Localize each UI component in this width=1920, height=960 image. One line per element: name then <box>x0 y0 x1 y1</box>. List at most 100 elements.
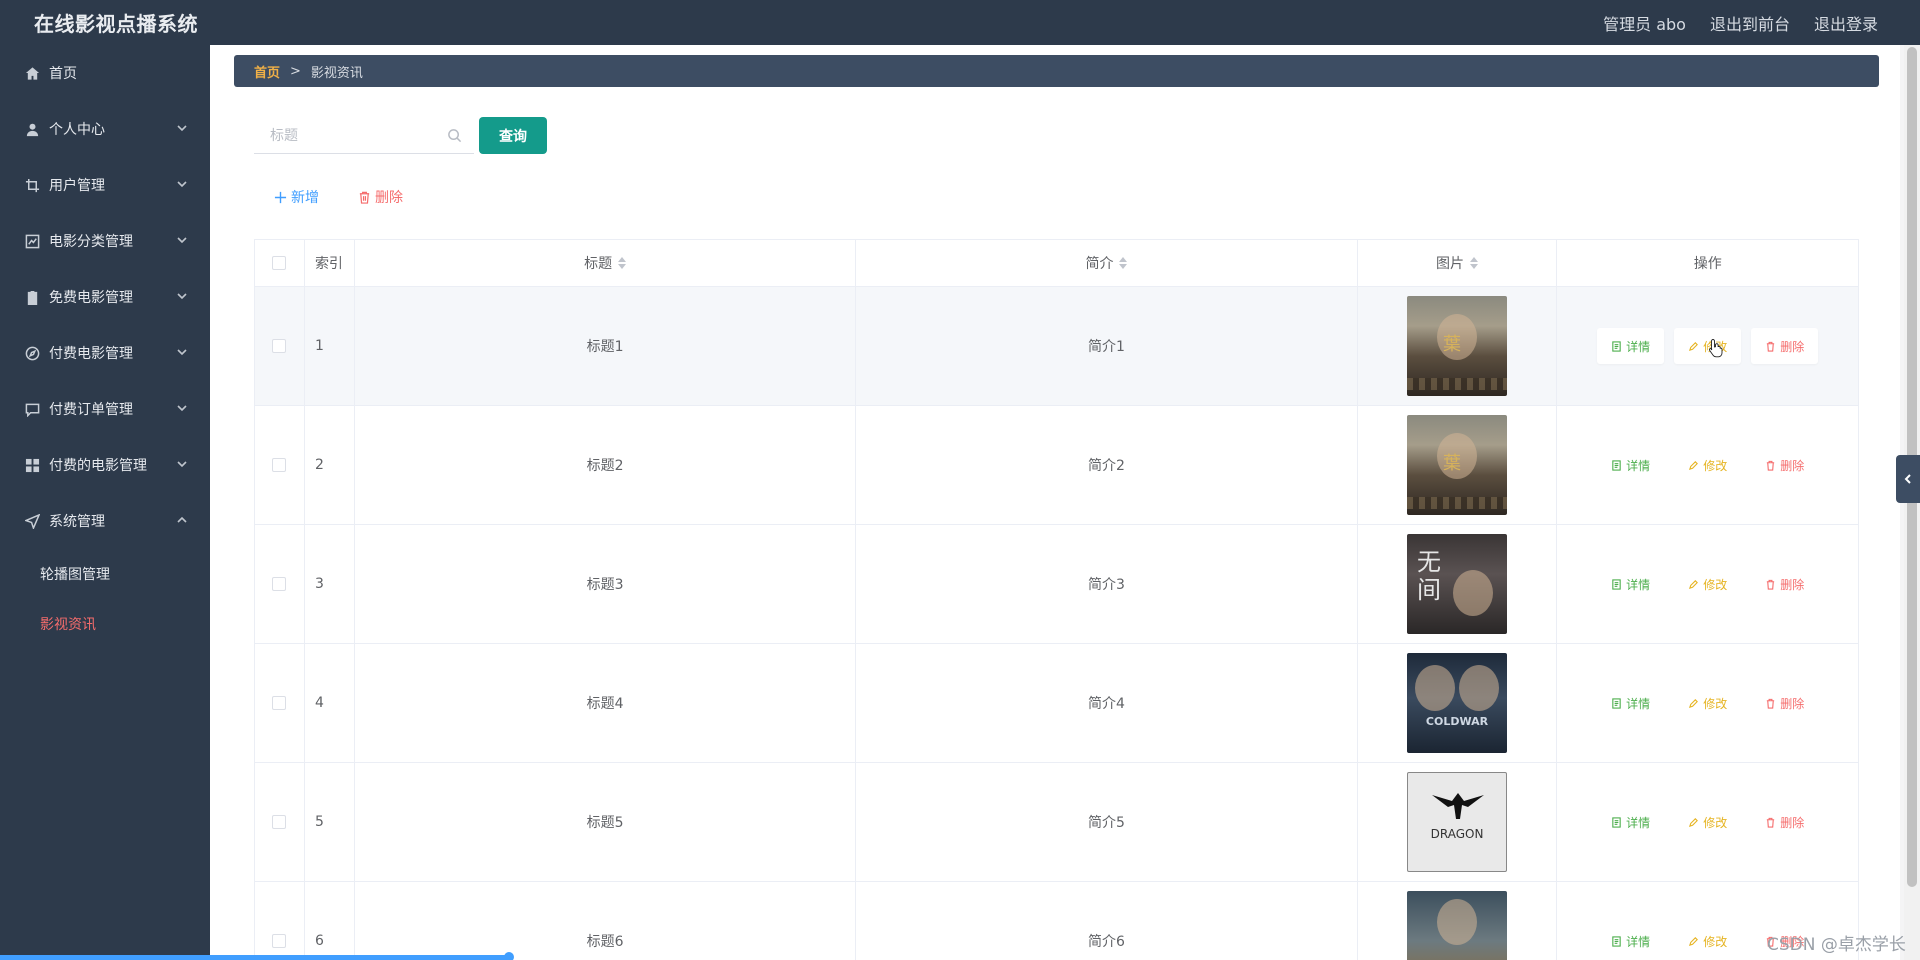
detail-label: 详情 <box>1626 577 1651 592</box>
detail-label: 详情 <box>1626 934 1651 949</box>
sidebar-item-label: 免费电影管理 <box>49 290 133 306</box>
breadcrumb-separator: > <box>290 63 301 79</box>
header-title[interactable]: 标题 <box>355 240 857 286</box>
add-button[interactable]: 新增 <box>274 187 319 207</box>
row-index: 3 <box>305 525 355 643</box>
row-image-cell: 无间 <box>1358 525 1558 643</box>
query-button[interactable]: 查询 <box>479 117 547 154</box>
header-intro[interactable]: 简介 <box>856 240 1358 286</box>
movie-poster-image[interactable]: COLDWAR <box>1407 653 1508 753</box>
detail-button[interactable]: 详情 <box>1597 804 1664 840</box>
delete-label: 删除 <box>1780 696 1805 711</box>
sort-icon[interactable] <box>1470 257 1479 269</box>
delete-button[interactable]: 删除 <box>1751 566 1818 602</box>
row-checkbox[interactable] <box>272 339 287 353</box>
detail-button[interactable]: 详情 <box>1597 566 1664 602</box>
loading-progress-bar <box>0 952 514 960</box>
table-row: 4 标题4 简介4 COLDWAR 详情 修改 删除 <box>255 644 1858 763</box>
main-area: 首页 > 影视资讯 查询 新增 删除 索引 标题 简介 图片 操作 <box>210 45 1900 960</box>
title-search-input[interactable] <box>254 120 434 151</box>
delete-button[interactable]: 删除 <box>1751 447 1818 483</box>
movie-poster-image[interactable]: 无间 <box>1407 534 1508 634</box>
row-image-cell: DRAGON <box>1358 763 1558 881</box>
row-checkbox[interactable] <box>272 577 287 591</box>
edit-button[interactable]: 修改 <box>1674 804 1741 840</box>
sidebar-item-free-movies[interactable]: 免费电影管理 <box>0 269 210 325</box>
progress-dot <box>504 952 514 960</box>
chevron-down-icon <box>176 458 188 470</box>
edit-button[interactable]: 修改 <box>1674 685 1741 721</box>
edit-button[interactable]: 修改 <box>1674 566 1741 602</box>
detail-button[interactable]: 详情 <box>1597 328 1665 364</box>
top-bar: 在线影视点播系统 管理员 abo 退出到前台 退出登录 <box>0 0 1920 45</box>
row-intro: 简介4 <box>856 644 1358 762</box>
row-checkbox[interactable] <box>272 934 287 948</box>
sidebar-item-paid-movie-mgmt[interactable]: 付费的电影管理 <box>0 437 210 493</box>
delete-button[interactable]: 删除 <box>1751 328 1819 364</box>
header-image[interactable]: 图片 <box>1358 240 1558 286</box>
select-all-checkbox[interactable] <box>272 256 287 270</box>
header-intro-label: 简介 <box>1085 256 1114 272</box>
row-title: 标题1 <box>355 287 857 405</box>
breadcrumb-home[interactable]: 首页 <box>254 62 280 81</box>
sidebar-item-paid-movies[interactable]: 付费电影管理 <box>0 325 210 381</box>
edit-label: 修改 <box>1703 577 1728 592</box>
chat-icon <box>24 401 40 417</box>
header-title-label: 标题 <box>584 256 613 272</box>
user-icon <box>24 121 40 137</box>
chevron-down-icon <box>176 234 188 246</box>
detail-label: 详情 <box>1626 696 1651 711</box>
sidebar-subitem-carousel[interactable]: 轮播图管理 <box>0 549 210 599</box>
delete-label: 删除 <box>1780 339 1805 354</box>
row-ops: 详情 修改 删除 <box>1557 644 1858 762</box>
row-index: 4 <box>305 644 355 762</box>
movie-poster-image[interactable]: DRAGON <box>1407 772 1508 872</box>
detail-label: 详情 <box>1626 339 1651 354</box>
chart-icon <box>24 233 40 249</box>
sidebar-item-users[interactable]: 用户管理 <box>0 157 210 213</box>
document-icon <box>1612 697 1621 709</box>
row-ops: 详情 修改 删除 <box>1557 525 1858 643</box>
document-icon <box>1612 935 1621 947</box>
sidebar: 首页 个人中心 用户管理 电影分类管理 免费电影管理 付费电影管理 付费订单管理… <box>0 45 210 960</box>
row-checkbox[interactable] <box>272 696 287 710</box>
sidebar-item-label: 付费订单管理 <box>49 402 133 418</box>
row-title: 标题3 <box>355 525 857 643</box>
row-checkbox[interactable] <box>272 458 287 472</box>
sidebar-subitem-movie-news[interactable]: 影视资讯 <box>0 599 210 649</box>
batch-delete-button[interactable]: 删除 <box>358 187 403 207</box>
row-check-cell <box>255 882 305 960</box>
detail-button[interactable]: 详情 <box>1597 447 1664 483</box>
detail-button[interactable]: 详情 <box>1597 685 1664 721</box>
sidebar-item-system[interactable]: 系统管理 <box>0 493 210 549</box>
row-intro: 简介3 <box>856 525 1358 643</box>
sidebar-item-profile[interactable]: 个人中心 <box>0 101 210 157</box>
edit-button[interactable]: 修改 <box>1674 923 1741 959</box>
delete-label: 删除 <box>1780 577 1805 592</box>
row-checkbox[interactable] <box>272 815 287 829</box>
sidebar-item-movie-category[interactable]: 电影分类管理 <box>0 213 210 269</box>
trash-icon <box>1767 579 1775 590</box>
movie-poster-image[interactable]: 警察故事 <box>1407 891 1508 960</box>
select-all-cell <box>255 240 305 286</box>
sidebar-item-home[interactable]: 首页 <box>0 45 210 101</box>
movie-poster-image[interactable]: 葉 <box>1407 296 1508 396</box>
collapse-panel-tab[interactable] <box>1896 455 1920 503</box>
header-image-label: 图片 <box>1436 256 1465 272</box>
row-index: 2 <box>305 406 355 524</box>
front-page-link[interactable]: 退出到前台 <box>1710 11 1790 35</box>
header-index: 索引 <box>305 240 355 286</box>
movie-poster-image[interactable]: 葉 <box>1407 415 1508 515</box>
detail-button[interactable]: 详情 <box>1597 923 1664 959</box>
document-icon <box>1612 816 1621 828</box>
delete-button[interactable]: 删除 <box>1751 804 1818 840</box>
trash-icon <box>1767 817 1775 828</box>
delete-button[interactable]: 删除 <box>1751 685 1818 721</box>
row-image-cell: 葉 <box>1358 406 1558 524</box>
sidebar-item-paid-orders[interactable]: 付费订单管理 <box>0 381 210 437</box>
sort-icon[interactable] <box>618 257 627 269</box>
sort-icon[interactable] <box>1119 257 1128 269</box>
edit-label: 修改 <box>1703 934 1728 949</box>
logout-link[interactable]: 退出登录 <box>1814 11 1878 35</box>
edit-button[interactable]: 修改 <box>1674 447 1741 483</box>
